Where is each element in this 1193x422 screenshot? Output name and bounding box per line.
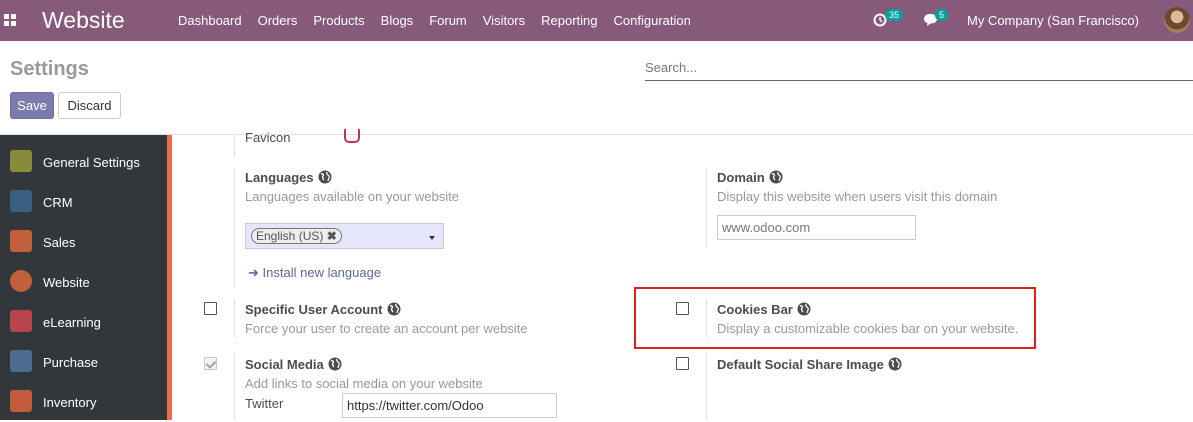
sidebar-item-website[interactable]: Website [0, 262, 167, 302]
sidebar-item-label: General Settings [43, 155, 140, 170]
specific-user-account-setting: Specific User Account [245, 302, 401, 317]
divider [234, 353, 235, 420]
box-icon [10, 390, 32, 412]
languages-title: Languages [245, 170, 314, 185]
sidebar-item-label: Inventory [43, 395, 97, 410]
chart-icon [10, 230, 32, 252]
sidebar-item-purchase[interactable]: Purchase [0, 342, 167, 382]
social-media-description: Add links to social media on your websit… [245, 376, 483, 391]
install-language-label: Install new language [262, 265, 382, 280]
company-switcher[interactable]: My Company (San Francisco) [967, 0, 1139, 41]
sidebar-item-elearning[interactable]: eLearning [0, 302, 167, 342]
cookies-bar-title: Cookies Bar [717, 302, 793, 317]
message-count-badge: 5 [935, 9, 949, 21]
app-brand[interactable]: Website [42, 7, 125, 34]
favicon-label: Favicon [245, 130, 291, 145]
specific-user-account-description: Force your user to create an account per… [245, 321, 528, 336]
cookies-bar-checkbox[interactable] [676, 302, 689, 315]
cookies-bar-setting: Cookies Bar [717, 302, 811, 317]
language-tag-label: English (US) [256, 229, 324, 243]
page-title: Settings [10, 58, 89, 80]
sidebar-item-inventory[interactable]: Inventory [0, 382, 167, 422]
menu-blogs[interactable]: Blogs [373, 0, 422, 41]
search-bar [645, 57, 1193, 81]
menu-orders[interactable]: Orders [250, 0, 306, 41]
globe-icon [387, 302, 401, 316]
cookies-bar-highlight [634, 287, 1036, 349]
social-media-setting: Social Media [245, 357, 342, 372]
gear-icon [10, 150, 32, 172]
apps-menu-icon[interactable] [4, 14, 16, 26]
purchase-icon [10, 350, 32, 372]
languages-select[interactable]: English (US) ✖ [245, 223, 444, 249]
menu-reporting[interactable]: Reporting [533, 0, 605, 41]
user-avatar[interactable] [1164, 7, 1190, 33]
globe-icon [769, 170, 783, 184]
domain-setting: Domain [717, 170, 783, 185]
globe-icon [328, 357, 342, 371]
domain-description: Display this website when users visit th… [717, 189, 998, 204]
divider [706, 353, 707, 420]
default-social-share-image-title: Default Social Share Image [717, 357, 884, 372]
divider [234, 135, 235, 158]
menu-products[interactable]: Products [305, 0, 372, 41]
domain-title: Domain [717, 170, 765, 185]
sidebar-item-label: Purchase [43, 355, 98, 370]
divider [234, 298, 235, 338]
languages-setting: Languages [245, 170, 332, 185]
save-button[interactable]: Save [10, 92, 54, 119]
twitter-label: Twitter [245, 396, 284, 411]
cookies-bar-description: Display a customizable cookies bar on yo… [717, 321, 1019, 336]
specific-user-account-checkbox[interactable] [204, 302, 217, 315]
divider [706, 168, 707, 248]
menu-dashboard[interactable]: Dashboard [170, 0, 250, 41]
default-social-share-image-setting: Default Social Share Image [717, 357, 902, 372]
arrow-right-icon: ➜ [248, 265, 259, 280]
sidebar-item-label: CRM [43, 195, 73, 210]
discard-button[interactable]: Discard [58, 92, 121, 119]
social-media-title: Social Media [245, 357, 324, 372]
handshake-icon [10, 190, 32, 212]
domain-input[interactable] [717, 215, 916, 240]
activity-count-badge: 35 [885, 9, 904, 21]
sidebar-item-label: eLearning [43, 315, 101, 330]
languages-description: Languages available on your website [245, 189, 459, 204]
specific-user-account-title: Specific User Account [245, 302, 383, 317]
globe-icon [318, 170, 332, 184]
sidebar-item-crm[interactable]: CRM [0, 182, 167, 222]
menu-configuration[interactable]: Configuration [606, 0, 699, 41]
graduation-icon [10, 310, 32, 332]
favicon-image[interactable] [344, 129, 360, 143]
top-navbar: Website Dashboard Orders Products Blogs … [0, 0, 1193, 41]
main-menu: Dashboard Orders Products Blogs Forum Vi… [170, 0, 699, 41]
settings-content: Favicon Languages Languages available on… [172, 129, 1193, 420]
sidebar-item-general-settings[interactable]: General Settings [0, 142, 167, 182]
sidebar-item-label: Sales [43, 235, 76, 250]
twitter-input[interactable] [342, 393, 557, 418]
search-input[interactable] [645, 57, 1193, 77]
chevron-down-icon[interactable] [429, 236, 435, 240]
globe-icon [888, 357, 902, 371]
menu-visitors[interactable]: Visitors [475, 0, 533, 41]
default-social-share-image-checkbox[interactable] [676, 357, 689, 370]
sidebar-item-label: Website [43, 275, 90, 290]
control-panel: Settings Save Discard [0, 41, 1193, 135]
globe-icon [10, 270, 32, 292]
menu-forum[interactable]: Forum [421, 0, 475, 41]
remove-tag-icon[interactable]: ✖ [327, 229, 337, 243]
globe-icon [797, 302, 811, 316]
sidebar-item-sales[interactable]: Sales [0, 222, 167, 262]
settings-sidebar: General Settings CRM Sales Website eLear… [0, 135, 167, 420]
language-tag: English (US) ✖ [251, 228, 342, 244]
divider [234, 168, 235, 288]
install-language-link[interactable]: ➜ Install new language [248, 265, 381, 281]
social-media-checkbox[interactable] [204, 357, 217, 370]
